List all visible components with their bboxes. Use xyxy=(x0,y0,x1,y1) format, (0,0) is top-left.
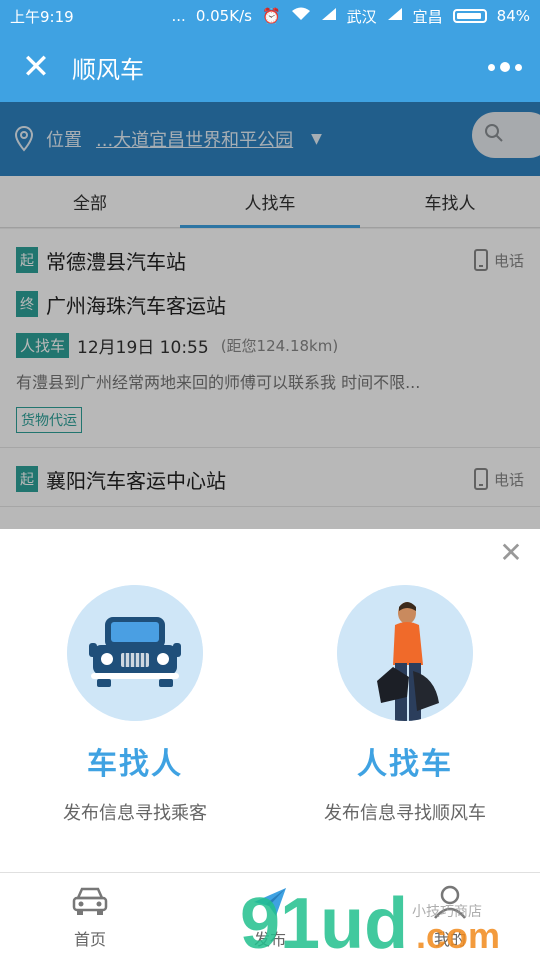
status-time: 上午9:19 xyxy=(10,7,74,26)
option-title: 车找人 xyxy=(87,747,183,782)
status-bar: 上午9:19 ... 0.05K/s ⏰ 武汉 宜昌 84% xyxy=(0,0,540,32)
option-car-seeking-passenger[interactable]: 车找人 发布信息寻找乘客 xyxy=(0,585,270,825)
bottom-nav: 首页 发布 我的 xyxy=(0,872,540,960)
signal-icon-2 xyxy=(387,7,403,25)
alarm-icon: ⏰ xyxy=(261,7,281,25)
carrier-1: 武汉 xyxy=(346,7,377,26)
close-icon[interactable]: ✕ xyxy=(0,32,72,102)
nav-label: 发布 xyxy=(253,929,286,949)
nav-label: 首页 xyxy=(73,929,106,949)
page-title: 顺风车 xyxy=(72,55,144,84)
car-icon xyxy=(67,585,203,721)
close-icon[interactable]: ✕ xyxy=(496,536,526,569)
car-home-icon xyxy=(70,884,110,920)
modal-backdrop[interactable] xyxy=(0,102,540,529)
nav-home[interactable]: 首页 xyxy=(0,873,180,960)
signal-icon xyxy=(321,7,337,25)
traveler-icon xyxy=(337,585,473,721)
publish-sheet: ✕ 车找人 发布信息寻找乘客 人找车 发布信息寻找顺风车 xyxy=(0,529,540,872)
option-subtitle: 发布信息寻找顺风车 xyxy=(324,803,486,824)
option-passenger-seeking-car[interactable]: 人找车 发布信息寻找顺风车 xyxy=(270,585,540,825)
nav-label: 我的 xyxy=(433,929,466,949)
title-bar: ✕ 顺风车 xyxy=(0,32,540,102)
user-icon xyxy=(430,884,470,920)
battery-icon xyxy=(452,9,487,23)
more-options-icon[interactable] xyxy=(470,32,540,102)
notification-dots: ... xyxy=(171,7,186,25)
network-speed: 0.05K/s xyxy=(195,7,252,25)
nav-publish[interactable]: 发布 xyxy=(180,873,360,960)
battery-level: 84% xyxy=(496,7,530,25)
option-title: 人找车 xyxy=(357,747,453,782)
option-subtitle: 发布信息寻找乘客 xyxy=(63,803,207,824)
nav-profile[interactable]: 我的 xyxy=(360,873,540,960)
paper-plane-icon xyxy=(250,884,290,920)
carrier-2: 宜昌 xyxy=(412,7,443,26)
wifi-icon xyxy=(291,7,311,25)
